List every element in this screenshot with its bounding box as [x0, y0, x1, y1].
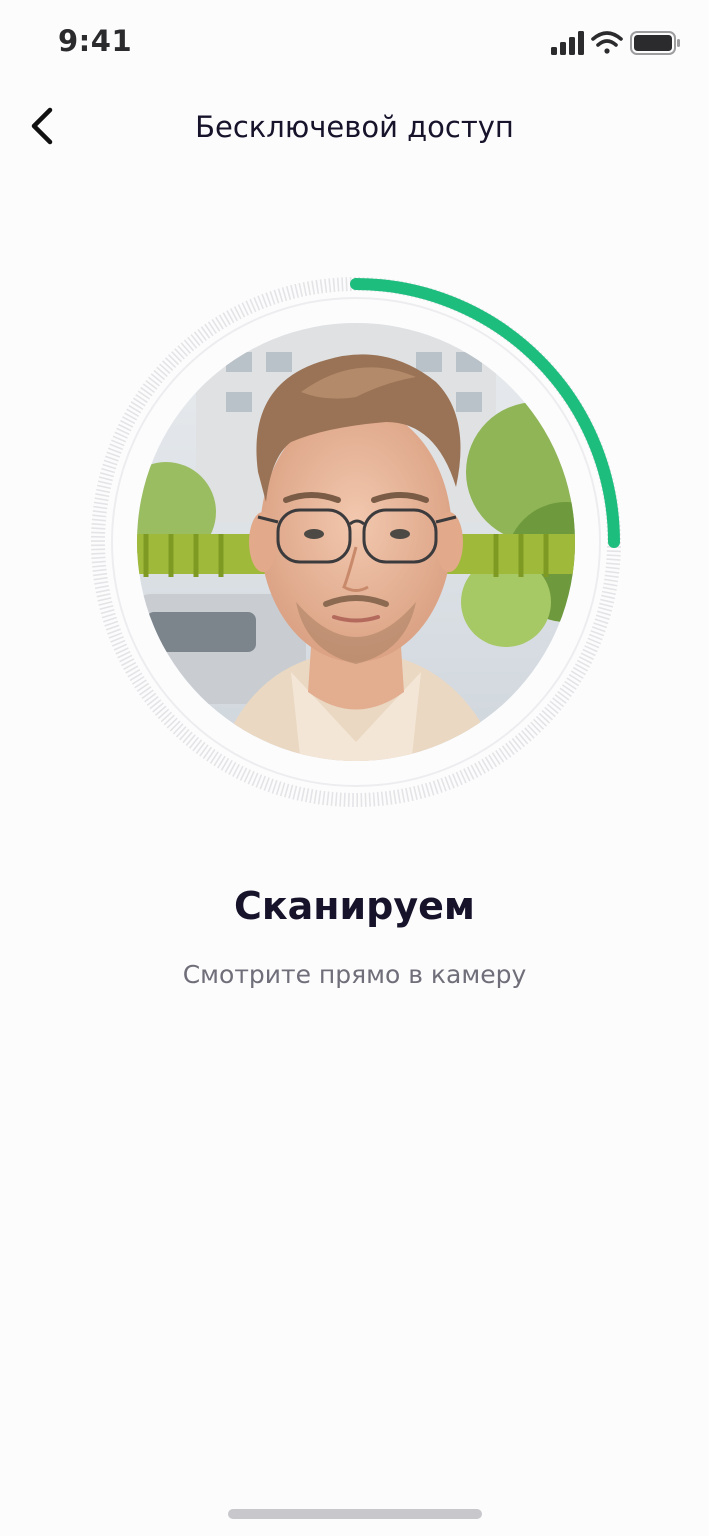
scan-status-title: Сканируем	[233, 884, 475, 928]
page-title: Бесключевой доступ	[195, 110, 514, 144]
wifi-icon	[591, 31, 623, 54]
scan-status-subtitle: Смотрите прямо в камеру	[182, 960, 527, 989]
battery-icon	[630, 31, 680, 55]
back-button[interactable]	[14, 96, 70, 152]
chevron-left-icon	[31, 107, 53, 145]
home-indicator	[228, 1509, 482, 1519]
face-scanner	[86, 272, 626, 812]
nav-bar: Бесключевой доступ	[0, 90, 709, 170]
cellular-signal-icon	[551, 31, 584, 55]
status-icons	[551, 30, 681, 56]
status-bar: 9:41	[0, 0, 709, 90]
status-time: 9:41	[58, 24, 133, 58]
